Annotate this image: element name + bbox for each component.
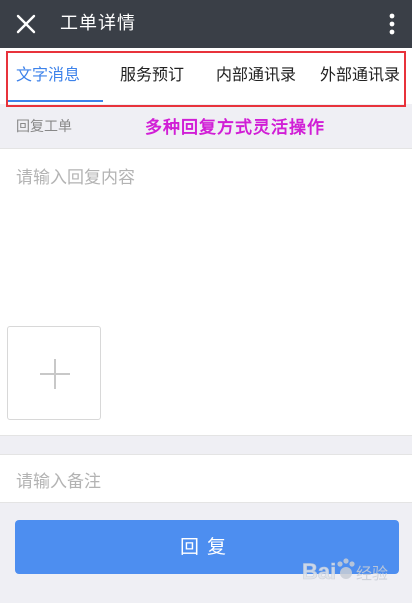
top-bar: 工单详情 xyxy=(0,0,412,48)
annotation-text: 多种回复方式灵活操作 xyxy=(145,118,325,138)
reply-content-placeholder: 请输入回复内容 xyxy=(16,168,135,188)
close-button[interactable] xyxy=(8,6,44,42)
active-tab-indicator xyxy=(8,100,103,102)
note-placeholder: 请输入备注 xyxy=(16,472,101,492)
tab-internal-contacts[interactable]: 内部通讯录 xyxy=(216,48,296,104)
tab-external-contacts[interactable]: 外部通讯录 xyxy=(320,48,400,104)
page-title: 工单详情 xyxy=(60,13,136,34)
close-icon xyxy=(16,14,36,34)
add-attachment-button[interactable] xyxy=(7,326,101,420)
note-input[interactable]: 请输入备注 xyxy=(0,454,412,503)
tab-text-message[interactable]: 文字消息 xyxy=(16,48,80,104)
reply-button[interactable]: 回复 xyxy=(15,520,399,574)
reply-content-input[interactable]: 请输入回复内容 xyxy=(0,148,412,318)
attachment-area xyxy=(0,317,412,436)
reply-type-tabs: 文字消息 服务预订 内部通讯录 外部通讯录 xyxy=(0,48,412,104)
more-vertical-icon xyxy=(389,13,395,35)
tab-service-booking[interactable]: 服务预订 xyxy=(120,48,184,104)
section-label: 回复工单 xyxy=(16,119,72,135)
more-button[interactable] xyxy=(380,6,404,42)
